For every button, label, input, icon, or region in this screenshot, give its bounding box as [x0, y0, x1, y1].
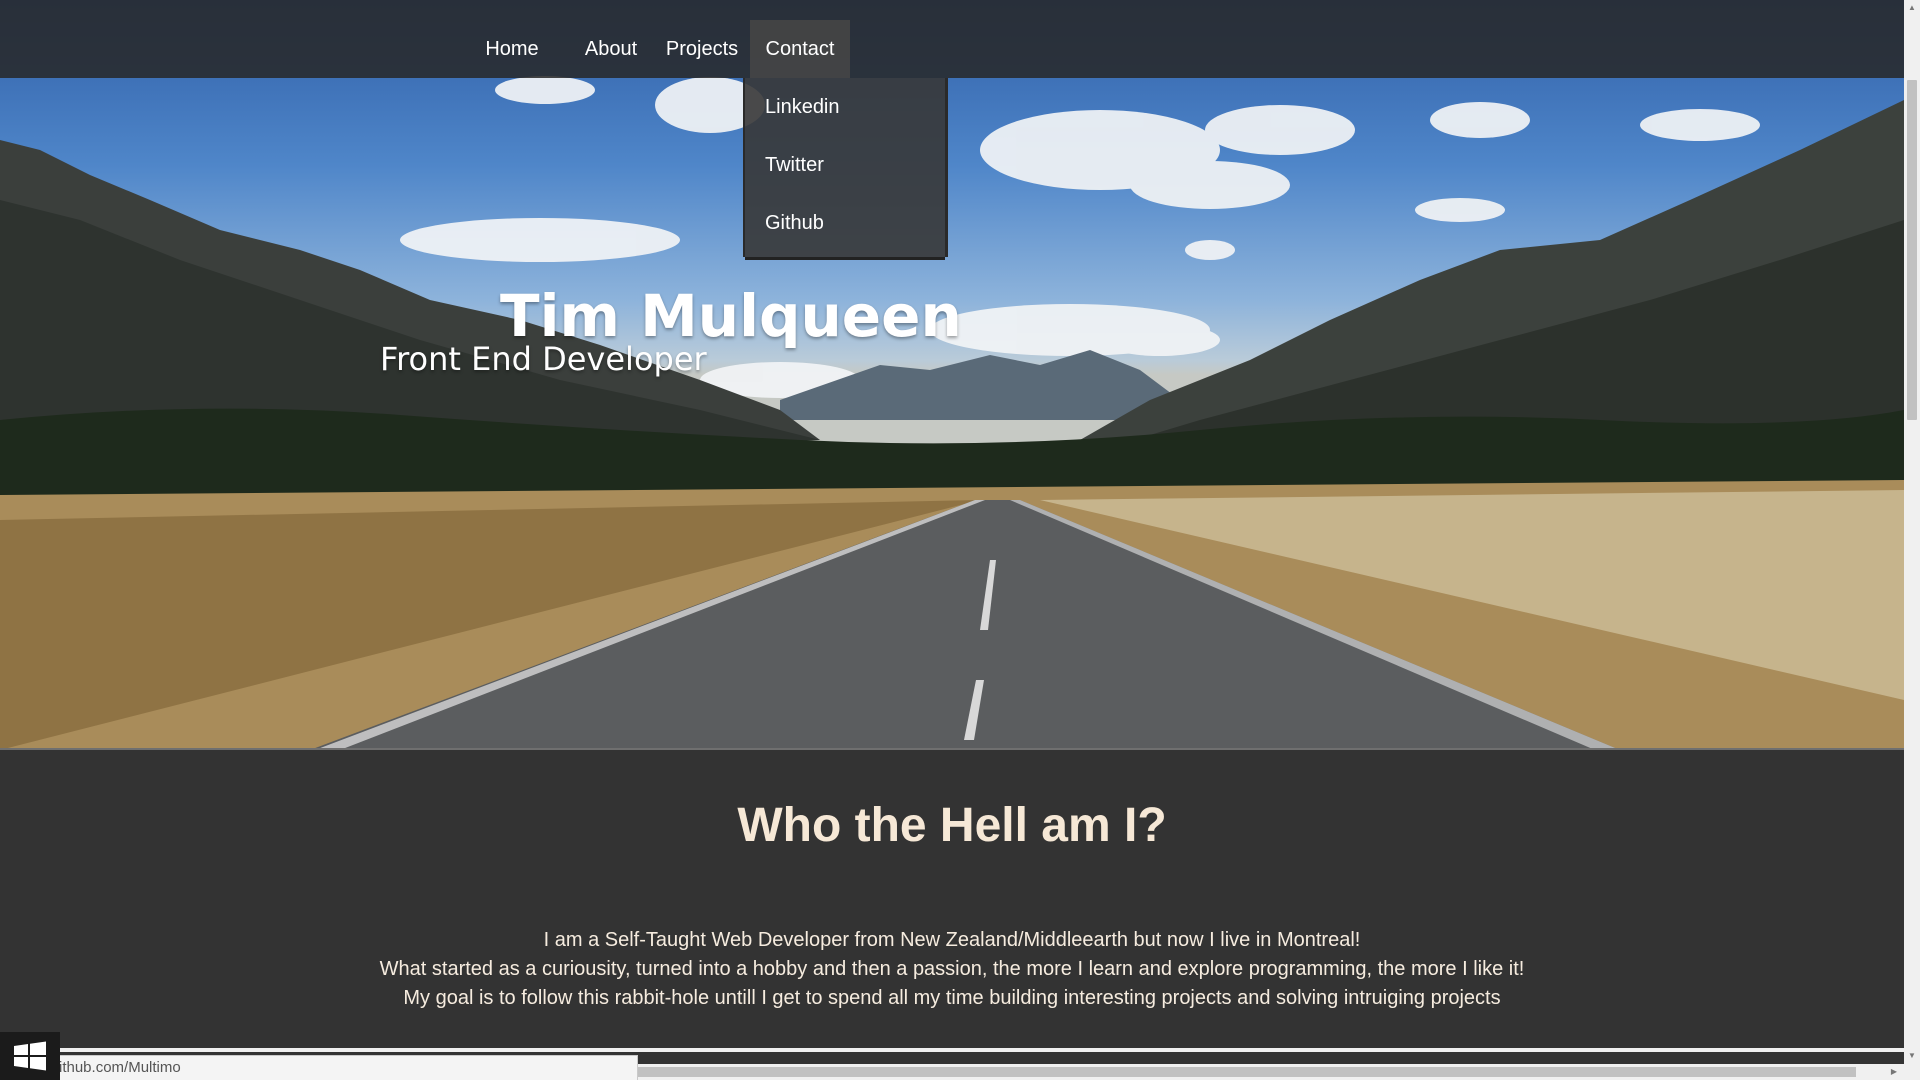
nav-projects-label: Projects: [665, 38, 739, 60]
vertical-scroll-thumb[interactable]: [1907, 80, 1917, 420]
dropdown-item-github[interactable]: Github: [765, 203, 824, 243]
about-line: I am a Self-Taught Web Developer from Ne…: [543, 929, 1361, 951]
about-line: What started as a curiousity, turned int…: [379, 958, 1525, 980]
about-title: Who the Hell am I?: [737, 799, 1167, 852]
navbar: Home About Projects Contact: [0, 0, 1904, 78]
status-bar-url: ithub.com/Multimo: [56, 1055, 638, 1080]
nav-contact-label: Contact: [765, 38, 835, 60]
dropdown-item-linkedin[interactable]: Linkedin: [765, 87, 840, 127]
dropdown-item-twitter[interactable]: Twitter: [765, 145, 824, 185]
contact-dropdown: Linkedin Twitter Github: [745, 78, 945, 257]
about-line: My goal is to follow this rabbit-hole un…: [403, 987, 1501, 1009]
scroll-down-arrow-icon[interactable]: ▼: [1904, 1048, 1920, 1064]
scroll-up-arrow-icon[interactable]: ▲: [1904, 0, 1920, 16]
nav-home-label: Home: [485, 38, 539, 60]
vertical-scrollbar[interactable]: ▲ ▼: [1904, 0, 1920, 1080]
windows-logo-icon: [14, 1041, 46, 1071]
nav-home[interactable]: Home: [472, 0, 552, 78]
nav-contact[interactable]: Contact: [750, 20, 850, 78]
landscape-image: [0, 76, 1904, 750]
nav-projects[interactable]: Projects: [652, 0, 752, 78]
about-section: Who the Hell am I? I am a Self-Taught We…: [0, 750, 1904, 1052]
scroll-right-arrow-icon[interactable]: ▶: [1886, 1064, 1902, 1080]
nav-about-label: About: [584, 38, 638, 60]
windows-start-button[interactable]: [0, 1032, 60, 1080]
hero-background: [0, 0, 1904, 750]
hero-role: Front End Developer: [380, 340, 707, 378]
section-divider: [0, 1048, 1904, 1052]
nav-about[interactable]: About: [566, 0, 656, 78]
about-text: I am a Self-Taught Web Developer from Ne…: [0, 926, 1904, 1013]
